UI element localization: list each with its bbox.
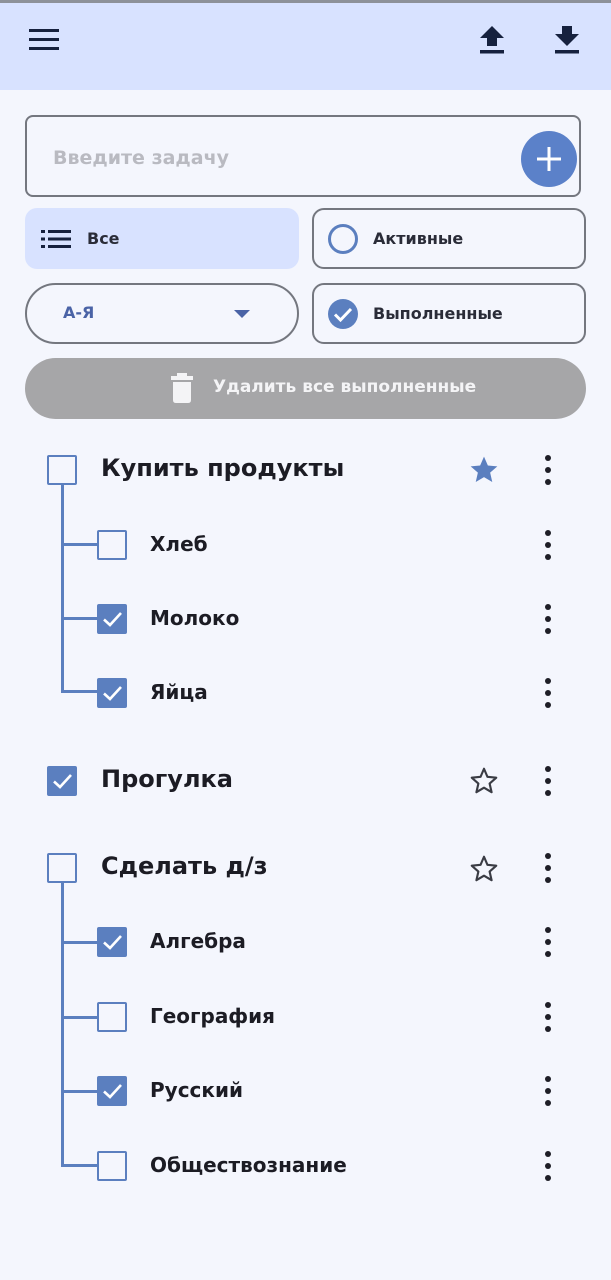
task-title: Прогулка <box>101 765 233 793</box>
task-title: Сделать д/з <box>101 852 268 880</box>
filter-completed-chip[interactable]: Выполненные <box>312 283 586 344</box>
filter-completed-label: Выполненные <box>373 304 503 323</box>
subtask-checkbox[interactable] <box>97 678 127 708</box>
trash-icon <box>171 373 193 403</box>
subtask-title: Молоко <box>150 606 240 630</box>
subtask-title: География <box>150 1004 276 1028</box>
star-outline-icon[interactable] <box>466 851 502 887</box>
more-vert-icon[interactable] <box>543 1151 553 1181</box>
delete-completed-label: Удалить все выполненные <box>213 377 477 397</box>
task-checkbox[interactable] <box>47 455 77 485</box>
task-input[interactable] <box>51 139 515 177</box>
subtask-title: Яйца <box>150 680 208 704</box>
subtask-title: Обществознание <box>150 1153 347 1177</box>
tree-connector <box>61 543 97 546</box>
tree-connector <box>61 483 64 693</box>
more-vert-icon[interactable] <box>543 604 553 634</box>
filter-all-chip[interactable]: Все <box>25 208 299 269</box>
tree-connector <box>61 1164 97 1167</box>
more-vert-icon[interactable] <box>543 530 553 560</box>
check-icon <box>103 612 122 627</box>
more-vert-icon[interactable] <box>543 1002 553 1032</box>
filter-active-chip[interactable]: Активные <box>312 208 586 269</box>
subtask-checkbox[interactable] <box>97 530 127 560</box>
plus-icon <box>537 147 561 171</box>
check-icon <box>103 935 122 950</box>
more-vert-icon[interactable] <box>543 853 553 883</box>
tree-connector <box>61 881 64 1167</box>
dropdown-caret-icon <box>234 310 250 318</box>
radio-empty-icon <box>328 223 358 254</box>
star-filled-icon[interactable] <box>466 452 502 488</box>
filter-all-label: Все <box>87 229 120 248</box>
check-icon <box>53 774 72 789</box>
list-icon <box>41 229 71 248</box>
tree-connector <box>61 1016 97 1019</box>
filter-active-label: Активные <box>373 229 464 248</box>
download-icon[interactable] <box>543 16 591 64</box>
sort-value: А-Я <box>63 303 95 322</box>
task-title: Купить продукты <box>101 454 345 482</box>
delete-completed-button[interactable]: Удалить все выполненные <box>25 358 586 419</box>
subtask-checkbox[interactable] <box>97 604 127 634</box>
subtask-title: Алгебра <box>150 929 246 953</box>
check-icon <box>103 1084 122 1099</box>
add-task-button[interactable] <box>521 131 577 187</box>
subtask-checkbox[interactable] <box>97 1076 127 1106</box>
top-app-bar <box>0 3 611 90</box>
star-outline-icon[interactable] <box>466 763 502 799</box>
subtask-title: Хлеб <box>150 532 208 556</box>
task-input-container <box>25 115 581 197</box>
task-checkbox[interactable] <box>47 853 77 883</box>
tree-connector <box>61 617 97 620</box>
upload-icon[interactable] <box>468 16 516 64</box>
tree-connector <box>61 1090 97 1093</box>
check-circle-icon <box>328 298 358 329</box>
more-vert-icon[interactable] <box>543 1076 553 1106</box>
more-vert-icon[interactable] <box>543 927 553 957</box>
subtask-checkbox[interactable] <box>97 1002 127 1032</box>
tree-connector <box>61 690 97 693</box>
tree-connector <box>61 941 97 944</box>
hamburger-menu-icon[interactable] <box>20 16 68 64</box>
subtask-title: Русский <box>150 1078 244 1102</box>
subtask-checkbox[interactable] <box>97 1151 127 1181</box>
more-vert-icon[interactable] <box>543 766 553 796</box>
task-checkbox[interactable] <box>47 766 77 796</box>
check-icon <box>103 686 122 701</box>
sort-dropdown[interactable]: А-Я <box>25 283 299 344</box>
subtask-checkbox[interactable] <box>97 927 127 957</box>
more-vert-icon[interactable] <box>543 678 553 708</box>
more-vert-icon[interactable] <box>543 455 553 485</box>
